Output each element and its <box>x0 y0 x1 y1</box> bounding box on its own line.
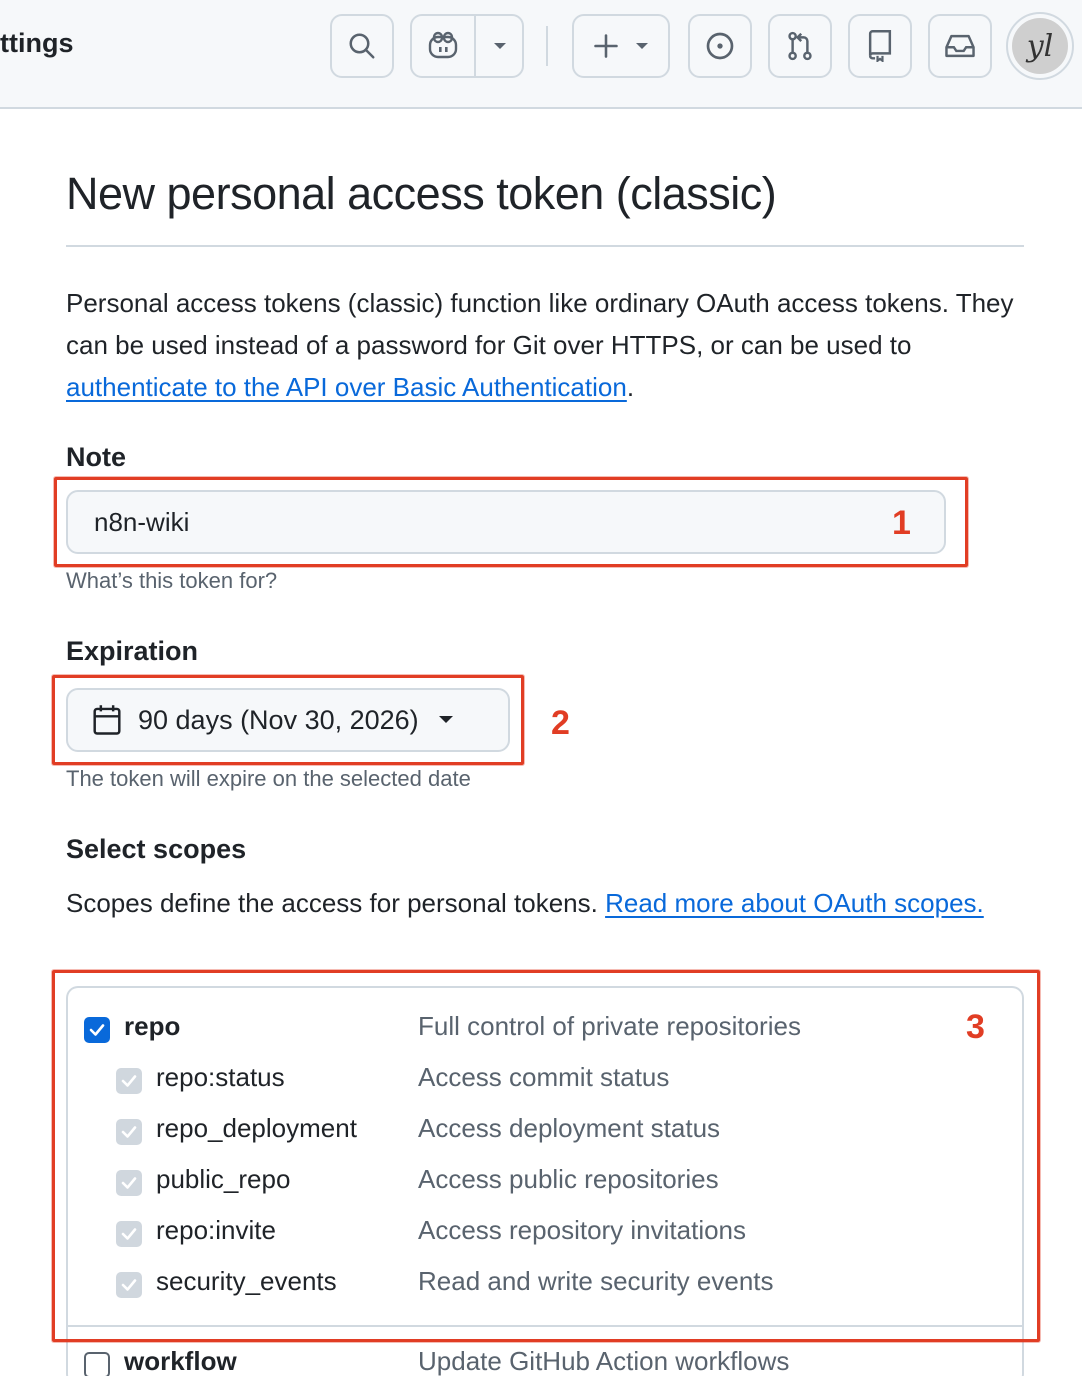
page-title: New personal access token (classic) <box>66 168 777 219</box>
repo-icon <box>868 30 892 62</box>
scopes-desc-text: Scopes define the access for personal to… <box>66 888 606 918</box>
breadcrumb[interactable]: ttings <box>0 28 74 59</box>
note-label: Note <box>66 442 126 472</box>
search-button[interactable] <box>330 14 394 78</box>
copilot-icon <box>428 31 458 59</box>
copilot-menu-button[interactable] <box>476 16 524 76</box>
header-divider <box>546 26 548 66</box>
oauth-scopes-link[interactable]: Read more about OAuth scopes. <box>605 888 984 918</box>
note-hint: What’s this token for? <box>66 568 278 593</box>
intro-text: Personal access tokens (classic) functio… <box>66 282 1016 408</box>
plus-icon <box>594 34 618 58</box>
pull-requests-button[interactable] <box>768 14 832 78</box>
annotation-box-3 <box>52 970 1040 1342</box>
create-new-button[interactable] <box>572 14 670 78</box>
top-bar: ttings yl <box>0 0 1082 109</box>
inbox-icon <box>945 34 975 58</box>
annotation-box-2 <box>52 675 524 765</box>
issues-button[interactable] <box>688 14 752 78</box>
copilot-button[interactable] <box>412 16 474 76</box>
scope-desc: Update GitHub Action workflows <box>418 1346 790 1376</box>
intro-end: . <box>626 372 635 402</box>
annotation-number-2: 2 <box>551 704 570 742</box>
annotation-number-3: 3 <box>966 1008 985 1046</box>
scopes-heading: Select scopes <box>66 834 247 864</box>
scope-row-workflow[interactable]: workflow Update GitHub Action workflows <box>0 1346 1082 1376</box>
pull-request-icon <box>788 31 812 61</box>
repositories-button[interactable] <box>848 14 912 78</box>
scope-name: workflow <box>124 1346 237 1376</box>
issue-icon <box>706 32 734 60</box>
avatar[interactable]: yl <box>1006 12 1074 80</box>
expiration-label: Expiration <box>66 636 199 666</box>
annotation-number-1: 1 <box>892 504 911 542</box>
inbox-button[interactable] <box>928 14 992 78</box>
search-icon <box>349 33 375 59</box>
chevron-down-icon <box>494 43 506 49</box>
title-divider <box>66 245 1024 247</box>
chevron-down-icon <box>636 43 648 49</box>
annotation-box-1 <box>54 477 968 567</box>
basic-auth-link[interactable]: authenticate to the API over Basic Authe… <box>66 372 627 402</box>
avatar-image: yl <box>1012 18 1068 74</box>
expiration-hint: The token will expire on the selected da… <box>66 766 471 791</box>
copilot-button-group[interactable] <box>410 14 524 78</box>
intro-body: Personal access tokens (classic) functio… <box>66 288 1014 360</box>
checkbox-workflow[interactable] <box>84 1352 110 1376</box>
scopes-description: Scopes define the access for personal to… <box>66 882 1016 924</box>
